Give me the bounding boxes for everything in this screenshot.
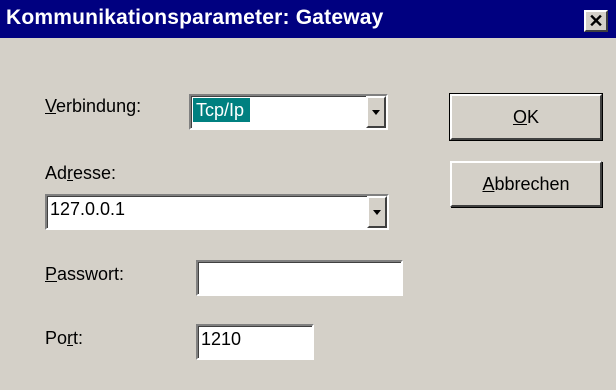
chevron-down-icon xyxy=(372,110,380,115)
chevron-down-icon xyxy=(373,210,381,215)
connection-dropdown-button[interactable] xyxy=(366,96,386,128)
port-field-value: 1210 xyxy=(201,329,242,349)
dialog-window: Kommunikationsparameter: Gateway ✕ Verbi… xyxy=(0,0,616,390)
password-label: Passwort: xyxy=(45,264,125,284)
ok-button[interactable]: OK xyxy=(449,93,603,141)
port-label: Port: xyxy=(45,328,84,348)
address-select-value: 127.0.0.1 xyxy=(50,199,126,219)
connection-label: Verbindung: xyxy=(45,96,142,116)
port-field[interactable]: 1210 xyxy=(196,324,314,360)
window-title: Kommunikationsparameter: Gateway xyxy=(6,6,384,29)
close-button[interactable]: ✕ xyxy=(584,10,608,32)
address-dropdown-button[interactable] xyxy=(367,196,387,228)
cancel-button[interactable]: Abbrechen xyxy=(450,161,602,207)
close-icon: ✕ xyxy=(588,11,604,31)
connection-select[interactable]: Tcp/Ip xyxy=(189,94,388,130)
address-label: Adresse: xyxy=(45,163,117,183)
connection-select-value: Tcp/Ip xyxy=(193,98,251,122)
title-bar[interactable]: Kommunikationsparameter: Gateway ✕ xyxy=(0,0,616,38)
address-select[interactable]: 127.0.0.1 xyxy=(45,194,389,230)
password-field[interactable] xyxy=(196,260,403,296)
